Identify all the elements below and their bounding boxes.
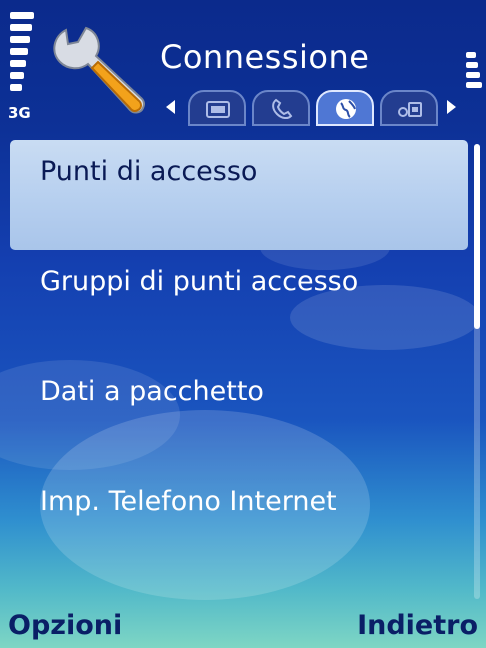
tab-screen[interactable] <box>188 90 246 126</box>
menu-item-label: Imp. Telefono Internet <box>40 486 337 517</box>
settings-menu-list: Punti di accesso Gruppi di punti accesso… <box>10 140 468 580</box>
tab-scroll-left-icon[interactable] <box>166 100 175 114</box>
tab-phone[interactable] <box>252 90 310 126</box>
tab-connectivity[interactable] <box>316 90 374 126</box>
app-title: Connessione <box>160 38 370 76</box>
tab-scroll-right-icon[interactable] <box>447 100 456 114</box>
options-softkey[interactable]: Opzioni <box>8 610 122 641</box>
network-type-label: 3G <box>8 104 31 122</box>
tab-strip <box>160 86 460 130</box>
menu-item-label: Dati a pacchetto <box>40 376 264 407</box>
menu-item-internet-phone-settings[interactable]: Imp. Telefono Internet <box>10 470 468 580</box>
menu-item-packet-data[interactable]: Dati a pacchetto <box>10 360 468 470</box>
status-header: 3G Connessione <box>0 0 486 132</box>
phone-screen: 3G Connessione Punti di accesso Gruppi d… <box>0 0 486 648</box>
tab-settings[interactable] <box>380 90 438 126</box>
scrollbar-thumb[interactable] <box>474 144 480 329</box>
softkey-bar: Opzioni Indietro <box>0 606 486 648</box>
menu-item-access-point-groups[interactable]: Gruppi di punti accesso <box>10 250 468 360</box>
wrench-icon <box>48 22 148 122</box>
menu-item-label: Punti di accesso <box>40 156 258 187</box>
menu-item-access-points[interactable]: Punti di accesso <box>10 140 468 250</box>
signal-strength-icon <box>10 12 34 100</box>
back-softkey[interactable]: Indietro <box>357 610 478 641</box>
menu-item-label: Gruppi di punti accesso <box>40 266 359 297</box>
scrollbar[interactable] <box>474 144 480 599</box>
battery-level-icon <box>466 52 482 116</box>
